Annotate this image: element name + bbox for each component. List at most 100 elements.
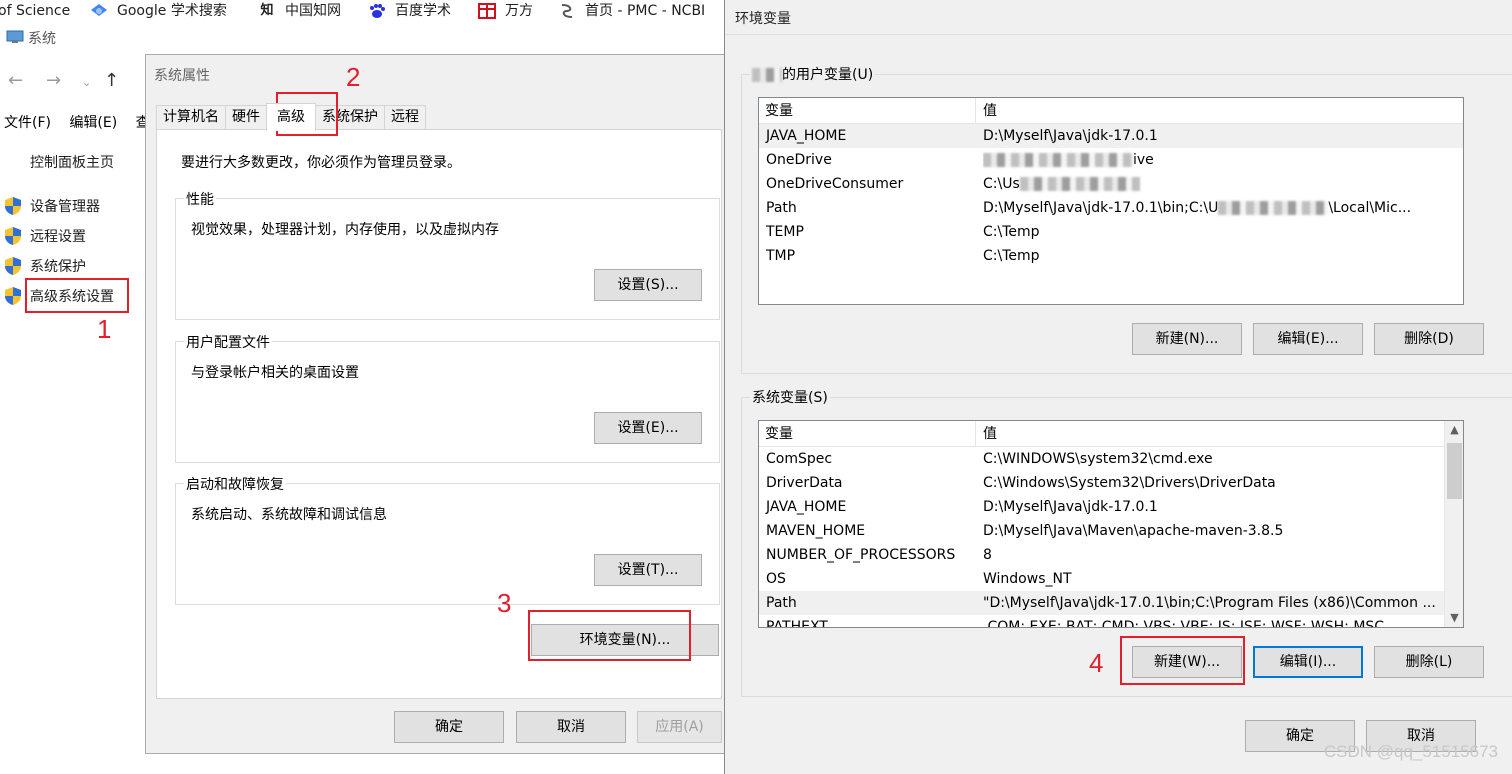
device-manager-link[interactable]: 设备管理器 (4, 194, 100, 218)
variable-name: ComSpec (766, 451, 833, 467)
tab-advanced[interactable]: 高级 (266, 103, 316, 131)
bookmark-cnki[interactable]: 知 中国知网 (258, 2, 341, 20)
startup-recovery-settings-button[interactable]: 设置(T)... (594, 554, 702, 586)
column-divider (975, 421, 976, 447)
ok-button[interactable]: 确定 (394, 711, 504, 743)
system-protection-link[interactable]: 系统保护 (4, 254, 86, 278)
bookmark-bar: of Science Google 学术搜索 知 中国知网 百度学术 万方 首页… (0, 0, 724, 22)
up-arrow-icon[interactable]: ↑ (104, 70, 119, 91)
redacted-value (983, 153, 1133, 167)
tab-remote[interactable]: 远程 (384, 105, 426, 129)
column-header-value[interactable]: 值 (983, 98, 997, 124)
apply-button[interactable]: 应用(A) (637, 711, 722, 743)
list-item[interactable]: NUMBER_OF_PROCESSORS 8 (759, 543, 1463, 567)
variable-name: NUMBER_OF_PROCESSORS (766, 547, 956, 563)
admin-note: 要进行大多数更改，你必须作为管理员登录。 (181, 155, 461, 171)
recent-chevron-icon[interactable]: ⌄ (82, 76, 91, 89)
performance-settings-button[interactable]: 设置(S)... (594, 269, 702, 301)
bookmark-baidu[interactable]: 百度学术 (368, 2, 451, 20)
variable-value: ive (983, 148, 1463, 172)
list-item[interactable]: JAVA_HOME D:\Myself\Java\jdk-17.0.1 (759, 124, 1463, 148)
variable-name: JAVA_HOME (766, 499, 847, 515)
performance-group: 性能 视觉效果，处理器计划，内存使用，以及虚拟内存 设置(S)... (175, 189, 720, 320)
control-panel-home-link[interactable]: 控制面板主页 (30, 152, 114, 172)
bookmark-ncbi[interactable]: 首页 - PMC - NCBI (558, 2, 705, 20)
list-item[interactable]: OneDrive ive (759, 148, 1463, 172)
group-description: 视觉效果，处理器计划，内存使用，以及虚拟内存 (191, 222, 499, 238)
redacted-username (752, 68, 782, 82)
annotation-box-1 (25, 278, 129, 313)
list-item[interactable]: DriverData C:\Windows\System32\Drivers\D… (759, 471, 1463, 495)
value-head: C:\Us (983, 176, 1020, 192)
list-item[interactable]: TEMP C:\Temp (759, 220, 1463, 244)
remote-settings-link[interactable]: 远程设置 (4, 224, 86, 248)
list-item[interactable]: PATHEXT .COM;.EXE;.BAT;.CMD;.VBS;.VBE;.J… (759, 615, 1463, 628)
side-link-label: 设备管理器 (30, 199, 100, 215)
user-edit-button[interactable]: 编辑(E)... (1253, 323, 1363, 355)
bookmark-google-scholar[interactable]: Google 学术搜索 (90, 2, 227, 20)
variable-name: Path (766, 200, 797, 216)
variable-name: TEMP (766, 224, 804, 240)
scroll-up-icon[interactable]: ▲ (1445, 421, 1463, 439)
window-title: 系统 (28, 31, 56, 47)
menu-file[interactable]: 文件(F) (4, 115, 51, 131)
list-item[interactable]: Path D:\Myself\Java\jdk-17.0.1\bin;C:\U \… (759, 196, 1463, 220)
tab-computer-name[interactable]: 计算机名 (156, 105, 226, 129)
group-title: 的用户变量(U) (750, 64, 876, 84)
variable-name: JAVA_HOME (766, 128, 847, 144)
system-delete-button[interactable]: 删除(L) (1374, 646, 1484, 678)
title-separator (725, 34, 1512, 35)
user-variables-list[interactable]: 变量 值 JAVA_HOME D:\Myself\Java\jdk-17.0.1… (758, 97, 1464, 305)
bookmark-label: 中国知网 (285, 3, 341, 19)
list-item[interactable]: MAVEN_HOME D:\Myself\Java\Maven\apache-m… (759, 519, 1463, 543)
variable-value: C:\WINDOWS\system32\cmd.exe (983, 451, 1213, 467)
cancel-button[interactable]: 取消 (516, 711, 626, 743)
redacted-value (1218, 201, 1329, 215)
startup-recovery-group: 启动和故障恢复 系统启动、系统故障和调试信息 设置(T)... (175, 474, 720, 605)
system-edit-button[interactable]: 编辑(I)... (1253, 646, 1363, 678)
group-title: 性能 (184, 189, 216, 209)
group-description: 系统启动、系统故障和调试信息 (191, 507, 387, 523)
bookmark-label: of Science (0, 3, 71, 19)
bookmark-web-of-science[interactable]: of Science (0, 2, 70, 20)
user-delete-button[interactable]: 删除(D) (1374, 323, 1484, 355)
bookmark-label: Google 学术搜索 (117, 3, 227, 19)
group-title: 启动和故障恢复 (184, 474, 286, 494)
tab-hardware[interactable]: 硬件 (225, 105, 267, 129)
vertical-scrollbar[interactable]: ▲ ▼ (1444, 421, 1463, 627)
menu-edit[interactable]: 编辑(E) (69, 115, 117, 131)
variable-value: .COM;.EXE;.BAT;.CMD;.VBS;.VBE;.JS;.JSE;.… (983, 619, 1385, 628)
variable-value: Windows_NT (983, 571, 1072, 587)
list-item[interactable]: Path "D:\Myself\Java\jdk-17.0.1\bin;C:\P… (759, 591, 1463, 615)
variable-value: C:\Temp (983, 224, 1040, 240)
list-item[interactable]: TMP C:\Temp (759, 244, 1463, 268)
user-profiles-settings-button[interactable]: 设置(E)... (594, 412, 702, 444)
value-tail: ive (1133, 152, 1154, 168)
variable-name: TMP (766, 248, 796, 264)
list-item[interactable]: JAVA_HOME D:\Myself\Java\jdk-17.0.1 (759, 495, 1463, 519)
bookmark-wanfang[interactable]: 万方 (478, 2, 533, 20)
value-tail: \Local\Mic... (1328, 200, 1412, 216)
forward-arrow-icon[interactable]: → (46, 70, 61, 91)
column-header-value[interactable]: 值 (983, 421, 997, 447)
variable-name: MAVEN_HOME (766, 523, 866, 539)
annotation-number-3: 3 (497, 588, 512, 618)
system-variables-list[interactable]: 变量 值 ComSpec C:\WINDOWS\system32\cmd.exe… (758, 420, 1464, 628)
variable-value: C:\Us (983, 172, 1463, 196)
bookmark-label: 首页 - PMC - NCBI (585, 3, 706, 19)
back-arrow-icon[interactable]: ← (8, 70, 23, 91)
cnki-icon: 知 (260, 3, 274, 18)
user-new-button[interactable]: 新建(N)... (1132, 323, 1242, 355)
uac-shield-icon (5, 257, 21, 275)
annotation-box-4 (1120, 636, 1245, 685)
user-profiles-group: 用户配置文件 与登录帐户相关的桌面设置 设置(E)... (175, 332, 720, 463)
column-header-variable[interactable]: 变量 (765, 421, 793, 447)
list-item[interactable]: OneDriveConsumer C:\Us (759, 172, 1463, 196)
scroll-down-icon[interactable]: ▼ (1445, 609, 1463, 627)
scroll-thumb[interactable] (1447, 443, 1462, 499)
variable-value: C:\Temp (983, 248, 1040, 264)
list-item[interactable]: OS Windows_NT (759, 567, 1463, 591)
column-divider (975, 98, 976, 124)
list-item[interactable]: ComSpec C:\WINDOWS\system32\cmd.exe (759, 447, 1463, 471)
column-header-variable[interactable]: 变量 (765, 98, 793, 124)
